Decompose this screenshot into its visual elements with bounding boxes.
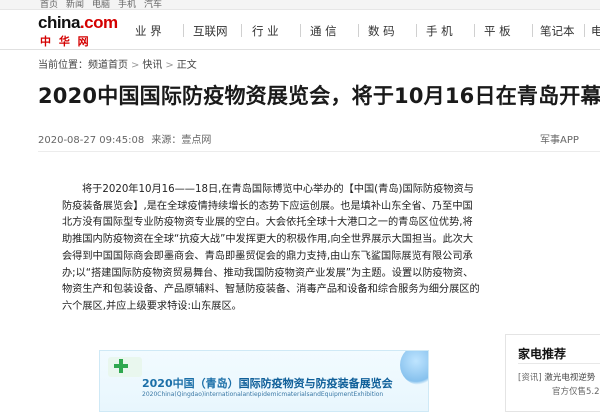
nav-item-mobile[interactable]: 手 机 <box>426 23 453 39</box>
article-datetime: 2020-08-27 09:45:08 <box>38 135 145 146</box>
nav-divider <box>584 24 585 37</box>
banner-english-title: 2020China(Qingdao)internationalantiepide… <box>142 391 384 398</box>
breadcrumb-separator: > <box>165 60 174 71</box>
article-paragraph: 将于2020年10月16——18日,在青岛国际博览中心举办的【中国(青岛)国际防… <box>62 182 482 316</box>
banner-title: 2020中国（青岛）国际防疫物资与防疫装备展览会 <box>142 375 393 391</box>
sidebar-item-text: 激光电视逆势 <box>544 373 596 383</box>
nav-item-digital[interactable]: 数 码 <box>368 23 395 39</box>
nav-item-trade[interactable]: 行 业 <box>252 23 279 39</box>
nav-divider <box>241 24 242 37</box>
site-header: china.com 中 华 网 业 界 互联网 行 业 通 信 数 码 手 机 … <box>0 10 600 50</box>
military-app-link[interactable]: 军事APP <box>540 131 579 146</box>
sidebar-recommend: 家电推荐 [资讯] 激光电视逆势 官方仅售5.28 <box>505 334 600 412</box>
banner-title-part-a: 2020中国（青岛） <box>142 377 239 390</box>
nav-divider <box>358 24 359 37</box>
article-meta: 2020-08-27 09:45:08 来源：壹点网 <box>38 131 211 146</box>
nav-divider <box>416 24 417 37</box>
sidebar-item[interactable]: [资讯] 激光电视逆势 <box>518 371 595 383</box>
sidebar-item-tag: [资讯] <box>518 373 542 383</box>
article-paragraph-text: 将于2020年10月16——18日,在青岛国际博览中心举办的【中国(青岛)国际防… <box>62 184 480 312</box>
nav-item-industry[interactable]: 业 界 <box>135 23 162 39</box>
sidebar-title: 家电推荐 <box>518 347 567 361</box>
main-nav: 业 界 互联网 行 业 通 信 数 码 手 机 平 板 笔记本 电 <box>115 23 600 39</box>
top-strip-link[interactable]: 新闻 <box>66 0 84 9</box>
article-source: 来源：壹点网 <box>151 135 212 146</box>
sidebar-divider <box>518 363 600 364</box>
nav-divider <box>300 24 301 37</box>
breadcrumb-news[interactable]: 快讯 <box>142 60 162 71</box>
article-body: 将于2020年10月16——18日,在青岛国际博览中心举办的【中国(青岛)国际防… <box>62 182 482 316</box>
nav-item-tablet[interactable]: 平 板 <box>484 23 511 39</box>
breadcrumb: 当前位置：频道首页 > 快讯 > 正文 <box>38 56 197 71</box>
nav-divider <box>532 24 533 37</box>
top-strip-link[interactable]: 首页 <box>40 0 58 9</box>
article-title: 2020中国国际防疫物资展览会，将于10月16日在青岛开幕 <box>38 84 600 108</box>
breadcrumb-label: 当前位置： <box>38 60 88 71</box>
nav-divider <box>474 24 475 37</box>
expo-banner-image: 2020中国（青岛）国际防疫物资与防疫装备展览会 2020China(Qingd… <box>99 350 429 412</box>
sidebar-item-subtext: 官方仅售5.28 <box>552 387 600 397</box>
top-strip-link[interactable]: 手机 <box>118 0 136 9</box>
divider <box>38 151 600 152</box>
breadcrumb-separator: > <box>131 60 140 71</box>
nav-item-internet[interactable]: 互联网 <box>193 23 228 39</box>
virus-graphic-icon <box>400 351 428 385</box>
medical-cross-icon <box>114 359 128 373</box>
nav-divider <box>183 24 184 37</box>
breadcrumb-home[interactable]: 频道首页 <box>88 60 128 71</box>
top-strip: 首页 新闻 电脑 手机 汽车 <box>0 0 600 10</box>
top-strip-link[interactable]: 电脑 <box>92 0 110 9</box>
banner-title-part-b: 国际防疫物资与防疫装备展览会 <box>238 377 393 390</box>
site-logo[interactable]: china.com 中 华 网 <box>38 13 118 48</box>
logo-wordmark: china.com <box>38 13 118 32</box>
breadcrumb-current: 正文 <box>176 60 197 71</box>
top-strip-link[interactable]: 汽车 <box>144 0 162 9</box>
nav-item-telecom[interactable]: 通 信 <box>310 23 337 39</box>
nav-item-laptop[interactable]: 笔记本 <box>540 23 575 39</box>
logo-subtitle: 中 华 网 <box>40 35 91 48</box>
nav-item-more[interactable]: 电 <box>591 23 600 39</box>
